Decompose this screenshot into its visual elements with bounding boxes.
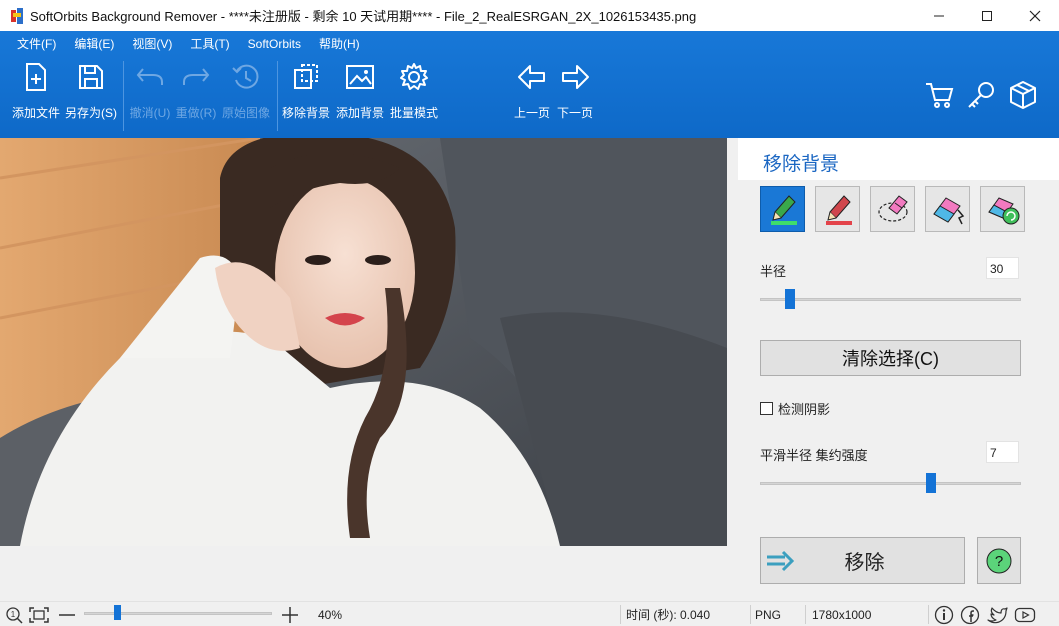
magic-eraser-icon xyxy=(932,197,964,225)
green-marker-icon xyxy=(770,195,797,225)
gear-icon xyxy=(398,61,430,93)
smooth-slider-thumb[interactable] xyxy=(925,473,936,493)
smooth-input[interactable]: 7 xyxy=(986,441,1019,463)
zoom-slider-track[interactable] xyxy=(84,612,272,615)
process-time: 时间 (秒): 0.040 xyxy=(626,608,711,622)
radius-slider-thumb[interactable] xyxy=(785,289,796,309)
info-icon[interactable] xyxy=(934,605,954,625)
detect-shadow-row[interactable]: 检测阴影 xyxy=(760,399,830,418)
clear-selection-button[interactable]: 清除选择(C) xyxy=(760,340,1021,376)
remove-button[interactable]: 移除 xyxy=(760,537,965,584)
zoom-level: 40% xyxy=(318,607,343,622)
image-icon xyxy=(344,61,376,93)
app-icon xyxy=(10,7,24,24)
history-icon xyxy=(230,61,262,93)
menu-edit[interactable]: 编辑(E) xyxy=(65,35,123,55)
title-bar: SoftOrbits Background Remover - ****未注册版… xyxy=(0,0,1059,31)
undo-icon xyxy=(134,61,166,93)
remove-background-panel: 移除背景 半径 30 清除选择(C) 检测阴影 平滑半径 集约强度 7 移除 ? xyxy=(738,138,1059,601)
close-button[interactable] xyxy=(1011,0,1059,31)
menu-file[interactable]: 文件(F) xyxy=(8,35,65,55)
zoom-out-icon[interactable] xyxy=(58,602,76,626)
remove-brush-button[interactable] xyxy=(815,186,860,232)
status-separator xyxy=(805,605,806,624)
toolbar-ribbon: 文件(F) 编辑(E) 视图(V) 工具(T) SoftOrbits 帮助(H)… xyxy=(0,31,1059,138)
detect-shadow-checkbox[interactable] xyxy=(760,402,773,415)
maximize-button[interactable] xyxy=(963,0,1011,31)
original-image-button[interactable]: 原始图像 xyxy=(218,61,274,127)
image-format: PNG xyxy=(755,607,782,622)
zoom-in-icon[interactable]: 1 xyxy=(5,602,23,626)
fit-screen-icon[interactable] xyxy=(28,602,50,626)
add-background-button[interactable]: 添加背景 xyxy=(332,61,388,127)
add-file-button[interactable]: 添加文件 xyxy=(8,61,64,127)
add-file-icon xyxy=(20,61,52,93)
panel-title: 移除背景 xyxy=(763,154,840,175)
save-icon xyxy=(75,61,107,93)
status-separator xyxy=(928,605,929,624)
batch-mode-button[interactable]: 批量模式 xyxy=(386,61,442,127)
help-icon: ? xyxy=(986,548,1012,573)
cart-icon[interactable] xyxy=(923,79,955,111)
radius-label: 半径 xyxy=(760,264,787,279)
arrow-right-icon xyxy=(559,61,591,93)
svg-text:1: 1 xyxy=(11,610,16,619)
eraser-icon xyxy=(877,195,908,222)
double-arrow-icon xyxy=(767,550,795,571)
smooth-slider-track[interactable] xyxy=(760,482,1021,485)
redo-button[interactable]: 重做(R) xyxy=(168,61,224,127)
youtube-icon[interactable] xyxy=(1014,605,1036,625)
zoom-plus-icon[interactable] xyxy=(281,602,299,626)
help-button[interactable]: ? xyxy=(977,537,1021,584)
menu-help[interactable]: 帮助(H) xyxy=(310,35,369,55)
status-separator xyxy=(750,605,751,624)
panel-header: 移除背景 xyxy=(738,138,1059,180)
remove-background-button[interactable]: 移除背景 xyxy=(278,61,334,127)
zoom-slider-thumb[interactable] xyxy=(114,605,121,620)
auto-eraser-button[interactable] xyxy=(925,186,970,232)
menu-view[interactable]: 视图(V) xyxy=(123,35,181,55)
status-separator xyxy=(620,605,621,624)
eraser-lasso-button[interactable] xyxy=(870,186,915,232)
brush-toolbar xyxy=(760,186,1025,232)
keep-brush-button[interactable] xyxy=(760,186,805,232)
social-icons xyxy=(934,602,1036,626)
remove-button-label: 移除 xyxy=(844,552,885,574)
minimize-button[interactable] xyxy=(915,0,963,31)
arrow-left-icon xyxy=(516,61,548,93)
radius-input[interactable]: 30 xyxy=(986,257,1019,279)
image-size: 1780x1000 xyxy=(812,607,872,622)
loaded-photo[interactable] xyxy=(0,138,727,546)
status-bar: 1 40% 时间 (秒): 0.040 PNG 1780x1000 xyxy=(0,601,1059,626)
red-marker-icon xyxy=(825,195,852,225)
menu-tools[interactable]: 工具(T) xyxy=(181,35,238,55)
next-page-button[interactable]: 下一页 xyxy=(547,61,603,127)
box-icon[interactable] xyxy=(1007,79,1039,111)
window-title: SoftOrbits Background Remover - ****未注册版… xyxy=(30,9,697,24)
remove-bg-icon xyxy=(290,61,322,93)
redo-icon xyxy=(180,61,212,93)
smooth-radius-label: 平滑半径 集约强度 xyxy=(760,448,868,463)
svg-text:?: ? xyxy=(995,553,1003,570)
twitter-icon[interactable] xyxy=(986,605,1008,625)
save-as-button[interactable]: 另存为(S) xyxy=(63,61,119,127)
menu-bar: 文件(F) 编辑(E) 视图(V) 工具(T) SoftOrbits 帮助(H) xyxy=(8,35,369,55)
detect-shadow-label: 检测阴影 xyxy=(778,402,831,417)
refresh-eraser-button[interactable] xyxy=(980,186,1025,232)
refresh-eraser-icon xyxy=(987,197,1019,225)
facebook-icon[interactable] xyxy=(960,605,980,625)
image-canvas[interactable] xyxy=(0,138,738,601)
menu-softorbits[interactable]: SoftOrbits xyxy=(239,35,310,55)
key-icon[interactable] xyxy=(965,79,997,111)
radius-slider-track[interactable] xyxy=(760,298,1021,301)
